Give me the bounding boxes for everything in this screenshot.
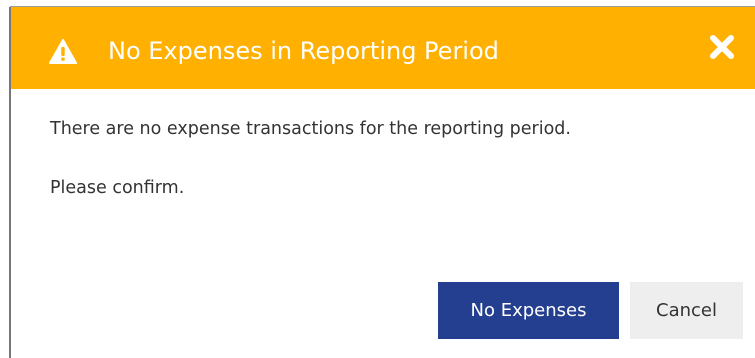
screen: No Expenses in Reporting Period There ar… [0, 0, 755, 358]
confirm-prompt: Please confirm. [50, 178, 185, 198]
cancel-button[interactable]: Cancel [630, 282, 743, 339]
no-expenses-dialog: No Expenses in Reporting Period There ar… [9, 7, 755, 358]
close-icon[interactable] [707, 32, 737, 62]
no-expenses-button[interactable]: No Expenses [438, 282, 619, 339]
dialog-header: No Expenses in Reporting Period [11, 7, 755, 89]
warning-icon [49, 39, 77, 64]
background-edge [0, 0, 755, 7]
dialog-message: There are no expense transactions for th… [50, 119, 571, 139]
dialog-title: No Expenses in Reporting Period [108, 37, 499, 65]
